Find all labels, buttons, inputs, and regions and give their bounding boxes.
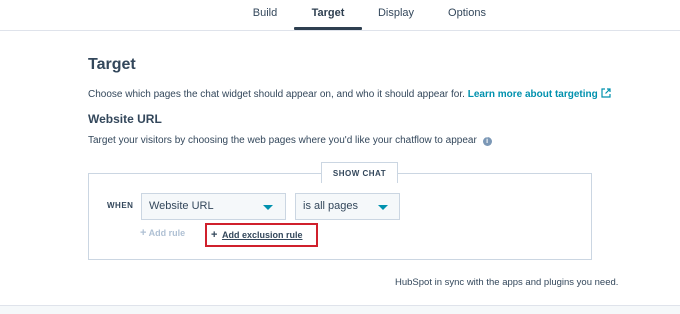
info-icon[interactable]: i [482, 137, 492, 146]
show-chat-label: SHOW CHAT [321, 162, 398, 183]
website-url-heading: Website URL [88, 112, 162, 126]
target-description-text: Choose which pages the chat widget shoul… [88, 89, 465, 100]
condition-select-value: is all pages [303, 200, 359, 212]
learn-more-label: Learn more about targeting [467, 89, 598, 100]
tab-display[interactable]: Display [372, 7, 420, 19]
website-url-description-text: Target your visitors by choosing the web… [88, 135, 477, 146]
page-title: Target [88, 56, 136, 73]
target-description: Choose which pages the chat widget shoul… [88, 88, 611, 100]
add-exclusion-rule-label: Add exclusion rule [221, 230, 303, 240]
chevron-down-icon [263, 205, 273, 210]
learn-more-link[interactable]: Learn more about targeting [467, 88, 611, 100]
footer-text: HubSpot in sync with the apps and plugin… [395, 277, 619, 288]
field-select-value: Website URL [149, 200, 214, 212]
tab-options[interactable]: Options [438, 7, 496, 19]
tab-target[interactable]: Target [294, 7, 362, 19]
tab-build[interactable]: Build [242, 7, 288, 19]
add-rule-button[interactable]: + Add rule [140, 227, 185, 239]
website-url-description: Target your visitors by choosing the web… [88, 135, 492, 146]
external-link-icon [601, 88, 611, 98]
tab-bar: Build Target Display Options [0, 0, 680, 31]
add-rule-label: Add rule [148, 228, 186, 238]
when-label: WHEN [107, 201, 134, 210]
plus-icon: + [140, 227, 147, 239]
add-exclusion-rule-button[interactable]: + Add exclusion rule [205, 223, 318, 247]
active-tab-indicator [294, 27, 362, 30]
plus-icon: + [211, 229, 218, 241]
field-select[interactable]: Website URL [141, 193, 286, 220]
chevron-down-icon [378, 205, 388, 210]
condition-select[interactable]: is all pages [295, 193, 400, 220]
